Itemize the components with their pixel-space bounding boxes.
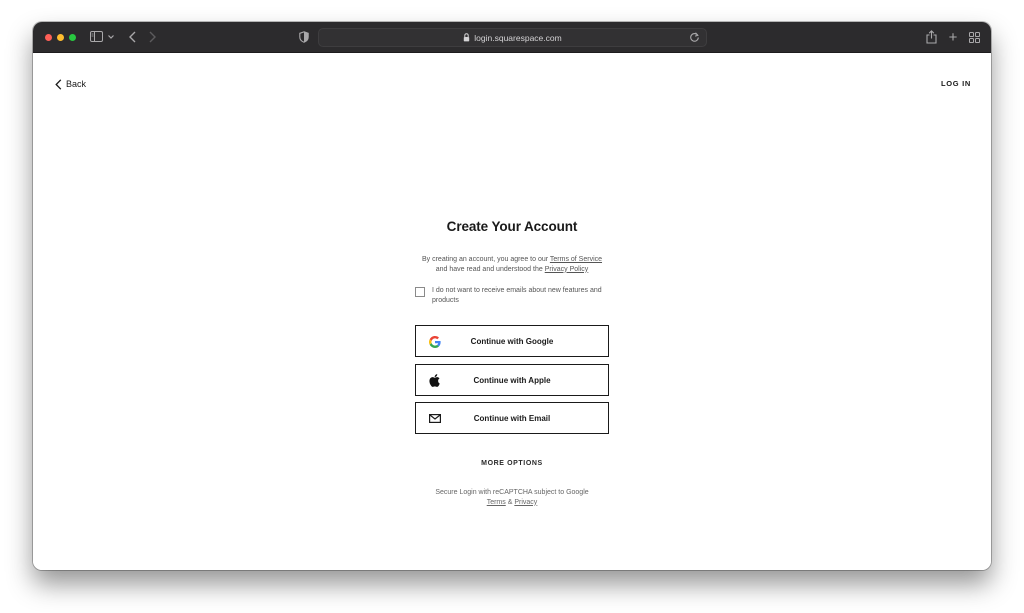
agreement-text: By creating an account, you agree to our…	[394, 255, 630, 274]
chevron-right-icon[interactable]	[147, 30, 157, 44]
url-text: login.squarespace.com	[474, 32, 562, 43]
grid-icon[interactable]	[968, 31, 980, 43]
back-label: Back	[66, 79, 87, 89]
apple-icon	[428, 374, 441, 387]
mail-icon	[428, 412, 441, 425]
address-bar[interactable]: login.squarespace.com	[318, 28, 707, 47]
minimize-window-button[interactable]	[57, 34, 64, 41]
recaptcha-terms-link[interactable]: Terms	[487, 499, 506, 506]
share-icon[interactable]	[925, 29, 937, 44]
agreement-middle: and have read and understood the	[435, 265, 545, 273]
continue-with-google-label: Continue with Google	[470, 336, 554, 346]
continue-with-apple-button[interactable]: Continue with Apple	[415, 364, 609, 396]
back-link[interactable]: Back	[55, 77, 86, 91]
agreement-prefix: By creating an account, you agree to our	[421, 256, 550, 263]
browser-window: login.squarespace.com + Back LOG IN Crea…	[33, 22, 991, 570]
more-options-button[interactable]: MORE OPTIONS	[414, 460, 610, 467]
chevron-left-icon	[55, 78, 62, 90]
continue-with-apple-label: Continue with Apple	[473, 375, 551, 385]
continue-with-email-label: Continue with Email	[473, 413, 551, 423]
recaptcha-notice: Secure Login with reCAPTCHA subject to G…	[394, 488, 630, 507]
log-in-link[interactable]: LOG IN	[941, 79, 971, 88]
chevron-left-icon[interactable]	[127, 30, 137, 44]
shield-icon[interactable]	[298, 30, 310, 44]
email-optout: I do not want to receive emails about ne…	[415, 286, 611, 305]
recaptcha-text: Secure Login with reCAPTCHA subject to G…	[435, 489, 589, 496]
terms-of-service-link[interactable]: Terms of Service	[550, 256, 602, 263]
google-icon	[428, 335, 441, 348]
page-title: Create Your Account	[446, 219, 578, 234]
lock-icon	[463, 33, 470, 42]
continue-with-google-button[interactable]: Continue with Google	[415, 325, 609, 357]
email-optout-checkbox[interactable]	[415, 287, 425, 297]
continue-with-email-button[interactable]: Continue with Email	[415, 402, 609, 434]
email-optout-label[interactable]: I do not want to receive emails about ne…	[432, 286, 611, 305]
plus-icon[interactable]: +	[947, 29, 959, 46]
recaptcha-privacy-link[interactable]: Privacy	[514, 499, 537, 506]
sidebar-icon[interactable]	[90, 31, 103, 42]
page-content: Back LOG IN Create Your Account By creat…	[33, 54, 991, 570]
zoom-window-button[interactable]	[69, 34, 76, 41]
reload-icon[interactable]	[689, 32, 700, 43]
privacy-policy-link[interactable]: Privacy Policy	[545, 266, 589, 273]
close-window-button[interactable]	[45, 34, 52, 41]
chevron-down-icon[interactable]	[107, 31, 115, 42]
browser-toolbar: login.squarespace.com +	[33, 22, 991, 53]
